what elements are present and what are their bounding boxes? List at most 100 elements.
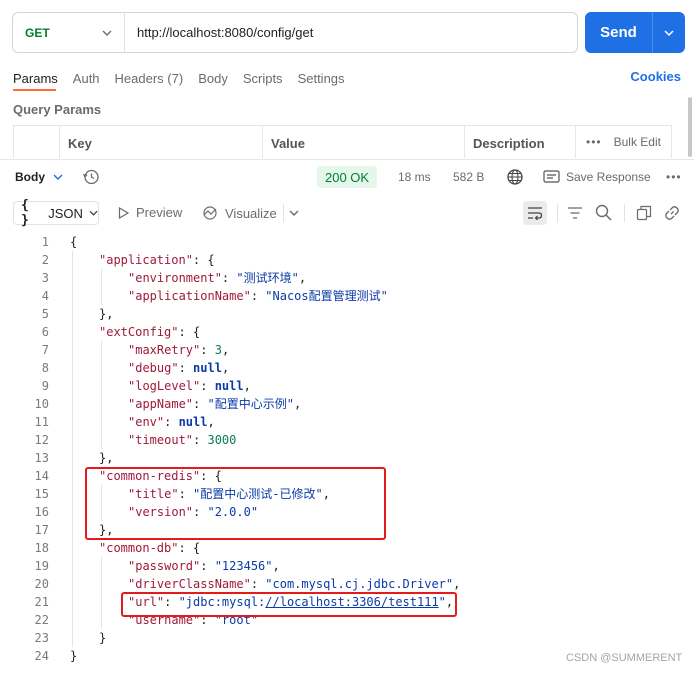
code-token: ,: [207, 415, 215, 429]
link-icon[interactable]: [664, 205, 680, 221]
globe-icon[interactable]: [506, 168, 524, 186]
indent-guide: [72, 305, 73, 323]
request-bar: GET http://localhost:8080/config/get: [12, 12, 578, 53]
code-text: "environment": "测试环境",: [128, 269, 306, 287]
code-token: ,: [221, 361, 230, 375]
line-number: 2: [41, 253, 49, 267]
line-number: 19: [34, 559, 49, 573]
code-text: "timeout": 3000: [128, 431, 236, 449]
code-token: :: [250, 577, 266, 591]
wrap-lines-button[interactable]: [523, 201, 547, 225]
code-token: : {: [192, 253, 215, 267]
line-number: 23: [34, 631, 49, 645]
send-options-button[interactable]: [652, 12, 685, 53]
indent-guide: [72, 323, 73, 341]
indent-guide: [101, 431, 102, 449]
viewer-toolbar: { } JSON Preview Visualize: [0, 198, 694, 228]
code-token: ,: [453, 577, 461, 591]
code-text: "logLevel": null,: [128, 377, 251, 395]
code-token: 3000: [207, 433, 237, 447]
send-label: Send: [600, 24, 637, 41]
indent-guide: [101, 395, 102, 413]
braces-icon: { }: [21, 198, 29, 228]
code-token: "timeout": [128, 433, 194, 447]
code-token: "测试环境": [236, 271, 299, 285]
response-bar: Body 200 OK 18 ms 582 B Save Response ••…: [0, 166, 694, 188]
bulk-edit-button[interactable]: ••• Bulk Edit: [576, 126, 671, 158]
line-number: 10: [34, 397, 49, 411]
code-text: },: [99, 449, 113, 467]
method-select[interactable]: GET: [13, 13, 125, 52]
code-token: :: [200, 379, 215, 393]
response-size[interactable]: 582 B: [453, 170, 484, 184]
code-token: null: [178, 415, 208, 429]
bulk-edit-label: Bulk Edit: [613, 135, 661, 149]
code-text: "env": null,: [128, 413, 215, 431]
chevron-down-icon[interactable]: [289, 208, 299, 218]
indent-guide: [72, 485, 73, 503]
visualize-button[interactable]: Visualize: [202, 205, 277, 221]
scrollbar[interactable]: [688, 97, 692, 157]
tab-params[interactable]: Params: [13, 71, 58, 86]
response-body-select[interactable]: Body: [15, 170, 45, 184]
code-token: 3: [214, 343, 222, 357]
save-response-button[interactable]: Save Response: [566, 170, 651, 184]
more-icon[interactable]: •••: [666, 170, 682, 184]
copy-icon[interactable]: [636, 205, 652, 221]
indent-guide: [72, 557, 73, 575]
tab-body[interactable]: Body: [198, 71, 228, 86]
indent-guide: [72, 287, 73, 305]
indent-guide: [101, 593, 102, 611]
line-number: 6: [41, 325, 49, 339]
code-text: "application": {: [99, 251, 215, 269]
code-line: 18 "common-db": {: [0, 539, 694, 557]
indent-guide: [101, 377, 102, 395]
indent-guide: [72, 341, 73, 359]
preview-button[interactable]: Preview: [118, 205, 182, 220]
column-value: Value: [263, 126, 465, 158]
line-number: 21: [34, 595, 49, 609]
format-select[interactable]: { } JSON: [13, 198, 99, 228]
line-number: 8: [41, 361, 49, 375]
request-tabs: Params Auth Headers (7) Body Scripts Settings: [13, 68, 682, 88]
code-line: 8 "debug": null,: [0, 359, 694, 377]
code-token: "Nacos配置管理测试": [265, 289, 388, 303]
tab-scripts[interactable]: Scripts: [243, 71, 283, 86]
send-button[interactable]: Send: [585, 12, 685, 53]
indent-guide: [72, 359, 73, 377]
code-token: }: [99, 631, 107, 645]
indent-guide: [101, 611, 102, 629]
url-input[interactable]: http://localhost:8080/config/get: [125, 25, 313, 40]
code-token: "environment": [128, 271, 222, 285]
code-token: ,: [221, 343, 230, 357]
method-label: GET: [25, 25, 50, 40]
code-token: "123456": [214, 559, 273, 573]
checkbox-column: [14, 126, 60, 158]
code-token: : {: [178, 541, 201, 555]
code-token: :: [178, 361, 194, 375]
chevron-down-icon[interactable]: [53, 172, 63, 182]
line-number: 1: [41, 235, 49, 249]
search-icon[interactable]: [595, 204, 612, 221]
code-line: 7 "maxRetry": 3,: [0, 341, 694, 359]
tab-headers-7[interactable]: Headers (7): [115, 71, 184, 86]
tab-settings[interactable]: Settings: [298, 71, 345, 86]
status-badge[interactable]: 200 OK: [317, 166, 378, 188]
code-token: :: [250, 289, 266, 303]
filter-icon[interactable]: [567, 205, 583, 221]
code-line: 13},: [0, 449, 694, 467]
line-number: 12: [34, 433, 49, 447]
line-number: 9: [41, 379, 49, 393]
code-token: {: [70, 235, 78, 249]
history-icon[interactable]: [82, 168, 100, 186]
cookies-link[interactable]: Cookies: [630, 69, 681, 84]
line-number: 24: [34, 649, 49, 663]
line-number: 15: [34, 487, 49, 501]
indent-guide: [72, 467, 73, 485]
preview-label: Preview: [136, 205, 183, 220]
indent-guide: [72, 521, 73, 539]
response-time[interactable]: 18 ms: [398, 170, 431, 184]
tab-auth[interactable]: Auth: [73, 71, 100, 86]
indent-guide: [101, 269, 102, 287]
query-params-title: Query Params: [13, 102, 102, 117]
